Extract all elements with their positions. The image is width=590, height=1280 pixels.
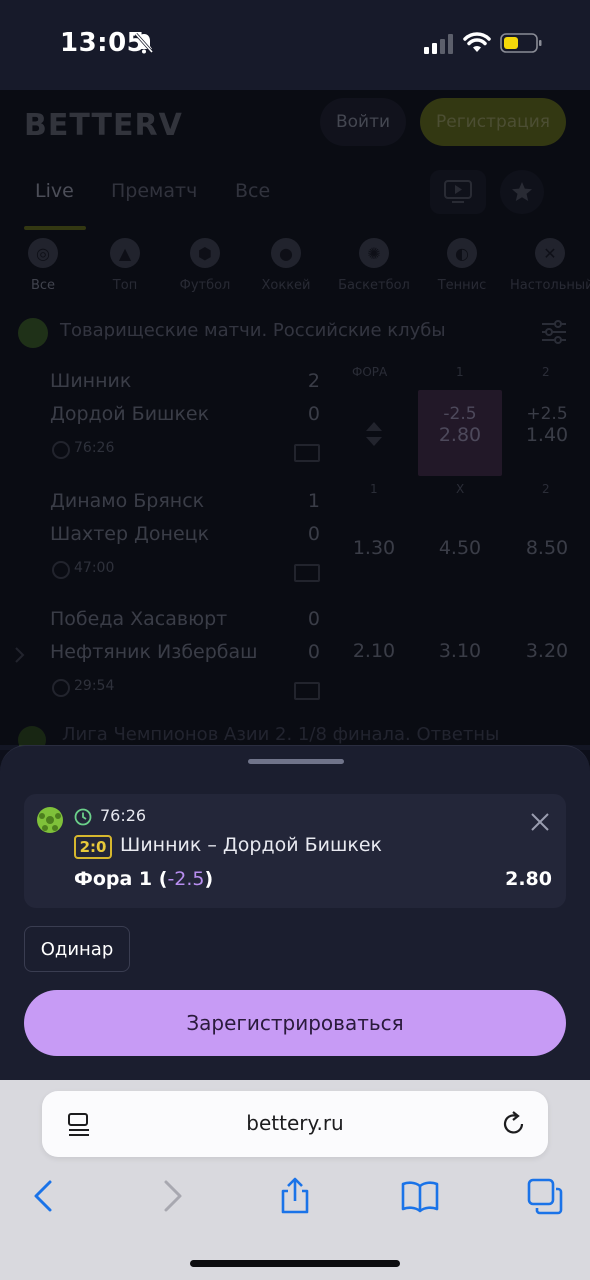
modal-overlay[interactable] xyxy=(0,90,590,745)
address-bar[interactable]: bettery.ru xyxy=(42,1091,548,1157)
url-text: bettery.ru xyxy=(246,1111,344,1135)
sheet-grabber[interactable] xyxy=(248,759,344,764)
share-icon[interactable] xyxy=(275,1176,315,1216)
forward-icon[interactable] xyxy=(152,1176,192,1216)
score-badge: 2:0 xyxy=(74,835,112,859)
bet-card: 76:26 2:0 Шинник – Дордой Бишкек Фора 1 … xyxy=(24,794,566,908)
tabs-icon[interactable] xyxy=(525,1176,565,1216)
handicap-value: -2.5 xyxy=(167,868,205,890)
close-icon[interactable] xyxy=(530,812,550,832)
bet-odd: 2.80 xyxy=(505,868,552,890)
soccer-ball-icon xyxy=(37,807,63,833)
browser-toolbar: bettery.ru xyxy=(0,1080,590,1280)
bet-match-name: Шинник – Дордой Бишкек xyxy=(120,834,383,856)
cellular-signal-icon xyxy=(424,34,453,54)
status-bar: 13:05 xyxy=(0,0,590,90)
bell-slash-icon xyxy=(134,33,154,54)
bookmarks-icon[interactable] xyxy=(400,1176,440,1216)
clock-icon xyxy=(74,808,92,826)
home-indicator xyxy=(190,1260,400,1267)
back-icon[interactable] xyxy=(24,1176,64,1216)
bet-slip-sheet: 76:26 2:0 Шинник – Дордой Бишкек Фора 1 … xyxy=(0,745,590,1080)
bet-type-single-button[interactable]: Одинар xyxy=(24,926,130,972)
bet-match-time: 76:26 xyxy=(100,806,147,825)
status-time: 13:05 xyxy=(60,28,146,58)
reload-icon[interactable] xyxy=(500,1110,528,1138)
battery-icon xyxy=(500,33,542,53)
bet-market: Фора 1 (-2.5) xyxy=(74,868,214,890)
register-button[interactable]: Зарегистрироваться xyxy=(24,990,566,1056)
wifi-icon xyxy=(463,32,491,52)
